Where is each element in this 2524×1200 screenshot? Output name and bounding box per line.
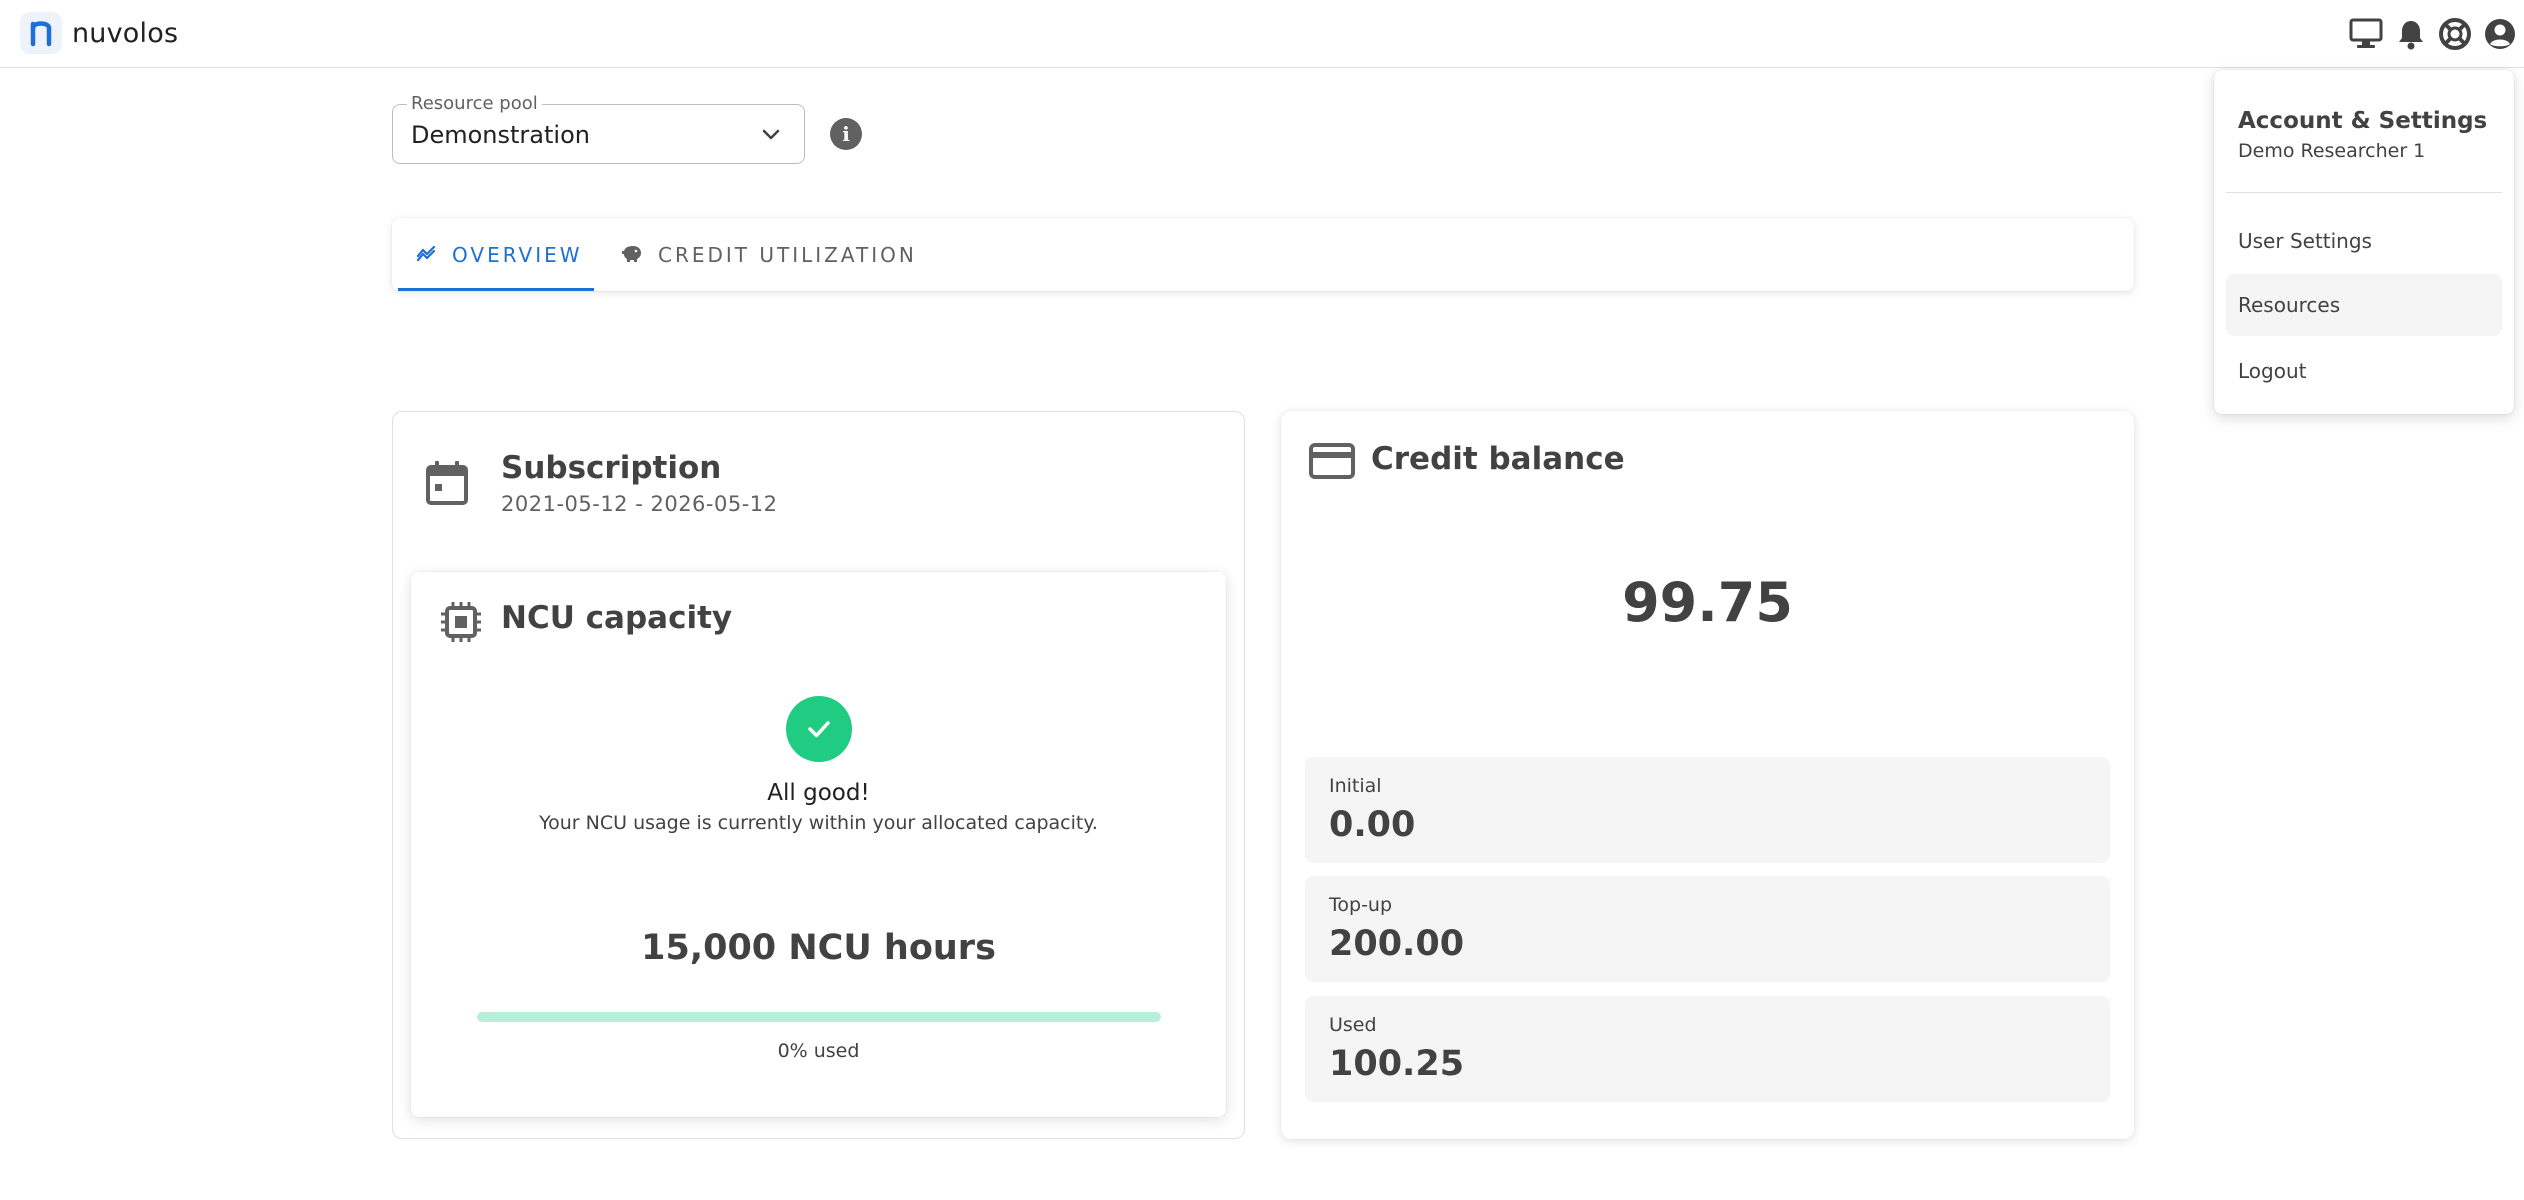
credit-balance-card: Credit balance 99.75 Initial 0.00 Top-up… <box>1281 411 2134 1139</box>
tab-credit-utilization-label: CREDIT UTILIZATION <box>658 242 917 267</box>
stat-value: 100.25 <box>1329 1044 1465 1084</box>
ncu-capacity-title: NCU capacity <box>501 600 733 636</box>
brand[interactable]: nuvolos <box>20 12 178 54</box>
tab-overview[interactable]: OVERVIEW <box>416 218 583 291</box>
stat-used: Used 100.25 <box>1305 996 2110 1102</box>
ncu-hours: 15,000 NCU hours <box>641 928 996 968</box>
menu-item-user-settings[interactable]: User Settings <box>2226 210 2502 272</box>
resource-pool-select[interactable]: Resource pool Demonstration <box>392 93 805 164</box>
ncu-used-label: 0% used <box>777 1040 860 1062</box>
credit-balance-title: Credit balance <box>1371 441 1625 477</box>
stat-label: Used <box>1329 1014 1377 1036</box>
subscription-dates: 2021-05-12 - 2026-05-12 <box>501 492 778 516</box>
account-menu: Account & Settings Demo Researcher 1 Use… <box>2214 70 2514 414</box>
lifebuoy-icon[interactable] <box>2433 12 2477 56</box>
subscription-title: Subscription <box>501 450 722 486</box>
info-icon[interactable]: i <box>830 118 862 150</box>
brand-name: nuvolos <box>72 17 179 49</box>
stat-value: 200.00 <box>1329 924 1465 964</box>
ncu-capacity-card: NCU capacity All good! Your NCU usage is… <box>411 572 1226 1117</box>
check-circle-icon <box>786 696 852 762</box>
status-text: Your NCU usage is currently within your … <box>539 812 1098 834</box>
tab-credit-utilization[interactable]: CREDIT UTILIZATION <box>620 218 917 291</box>
menu-item-resources[interactable]: Resources <box>2226 274 2502 336</box>
stat-label: Top-up <box>1329 894 1393 916</box>
status-title: All good! <box>767 780 870 806</box>
chart-line-icon <box>416 244 438 266</box>
subscription-card: Subscription 2021-05-12 - 2026-05-12 NCU… <box>392 411 1245 1139</box>
stat-top-up: Top-up 200.00 <box>1305 876 2110 982</box>
nuvolos-logo-icon <box>20 12 62 54</box>
stat-initial: Initial 0.00 <box>1305 757 2110 863</box>
bell-icon[interactable] <box>2389 12 2433 56</box>
chevron-down-icon <box>760 123 782 149</box>
desktop-icon[interactable] <box>2344 12 2388 56</box>
tabs-bar: OVERVIEW CREDIT UTILIZATION <box>392 218 2134 291</box>
credit-balance-value: 99.75 <box>1622 571 1793 634</box>
piggy-bank-icon <box>620 243 644 267</box>
resource-pool-value: Demonstration <box>411 121 590 149</box>
active-tab-indicator <box>398 288 594 291</box>
resource-pool-label: Resource pool <box>407 93 542 114</box>
account-menu-title: Account & Settings <box>2238 108 2488 134</box>
account-menu-user: Demo Researcher 1 <box>2238 140 2426 162</box>
tab-overview-label: OVERVIEW <box>452 242 583 267</box>
stat-label: Initial <box>1329 775 1382 797</box>
chip-icon <box>439 600 483 648</box>
account-circle-icon[interactable] <box>2478 12 2522 56</box>
credit-card-icon <box>1309 441 1355 485</box>
menu-item-logout[interactable]: Logout <box>2226 340 2502 402</box>
stat-value: 0.00 <box>1329 805 1416 845</box>
calendar-icon <box>425 460 469 510</box>
top-bar: nuvolos <box>0 0 2524 68</box>
ncu-usage-progress <box>477 1012 1161 1022</box>
menu-divider <box>2226 192 2502 193</box>
